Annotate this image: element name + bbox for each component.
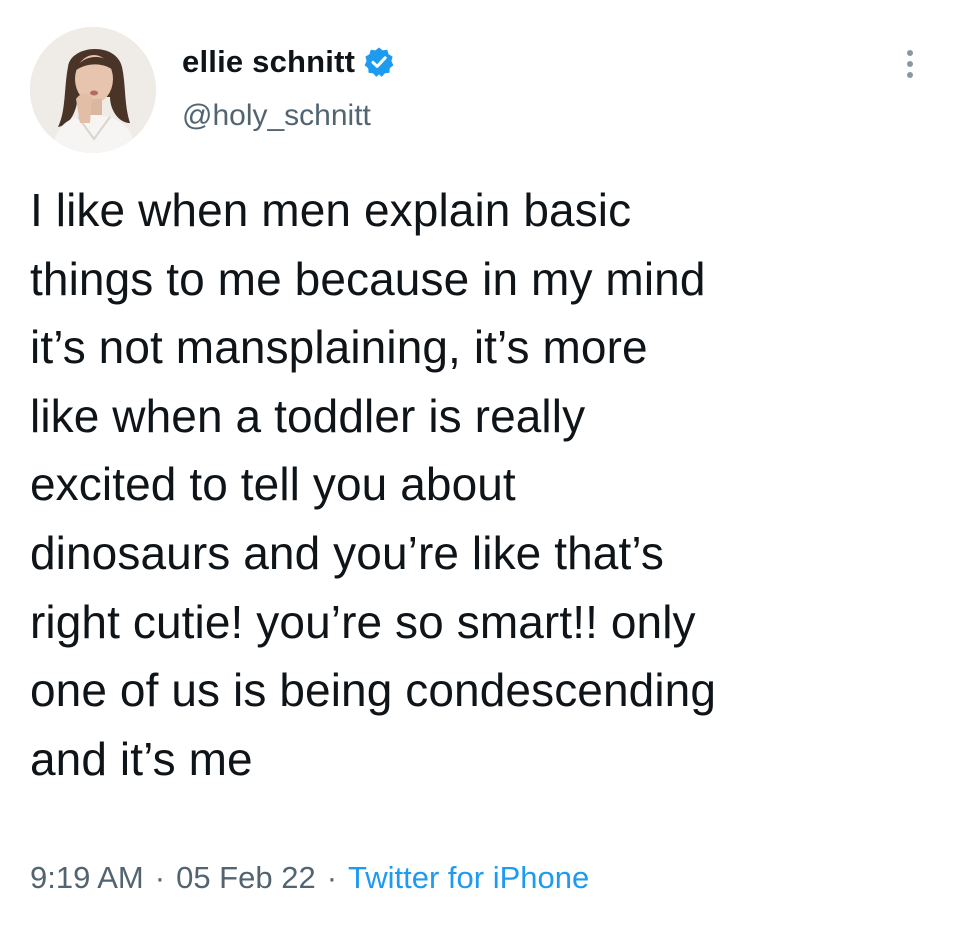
tweet-date[interactable]: 05 Feb 22	[176, 860, 316, 896]
author-name-row: ellie schnitt	[182, 40, 395, 84]
tweet-card: ellie schnitt @holy_schnitt I like when …	[0, 0, 960, 934]
tweet-text-line: it’s not mansplaining, it’s more	[30, 321, 648, 374]
profile-photo	[30, 27, 156, 153]
author-display-name[interactable]: ellie schnitt	[182, 44, 355, 80]
author-avatar[interactable]	[30, 27, 156, 153]
tweet-source-link[interactable]: Twitter for iPhone	[348, 860, 589, 896]
tweet-text-line: dinosaurs and you’re like that’s	[30, 526, 664, 579]
tweet-text-line: excited to tell you about	[30, 458, 516, 511]
tweet-text-line: like when a toddler is really	[30, 389, 586, 442]
author-handle[interactable]: @holy_schnitt	[182, 99, 371, 133]
tweet-time[interactable]: 9:19 AM	[30, 860, 144, 896]
tweet-text: I like when men explain basic things to …	[30, 176, 940, 793]
dot	[907, 72, 913, 78]
meta-separator: ·	[326, 860, 338, 895]
verified-badge-icon	[363, 46, 395, 78]
dot	[907, 50, 913, 56]
dot	[907, 61, 913, 67]
tweet-text-line: one of us is being condescending	[30, 664, 717, 717]
tweet-meta: 9:19 AM · 05 Feb 22 · Twitter for iPhone	[30, 860, 589, 896]
tweet-text-line: right cutie! you’re so smart!! only	[30, 595, 696, 648]
tweet-text-line: I like when men explain basic	[30, 184, 632, 236]
meta-separator: ·	[154, 860, 166, 895]
more-options-icon[interactable]	[890, 40, 930, 88]
tweet-text-line: and it’s me	[30, 732, 253, 785]
tweet-text-line: things to me because in my mind	[30, 252, 706, 305]
